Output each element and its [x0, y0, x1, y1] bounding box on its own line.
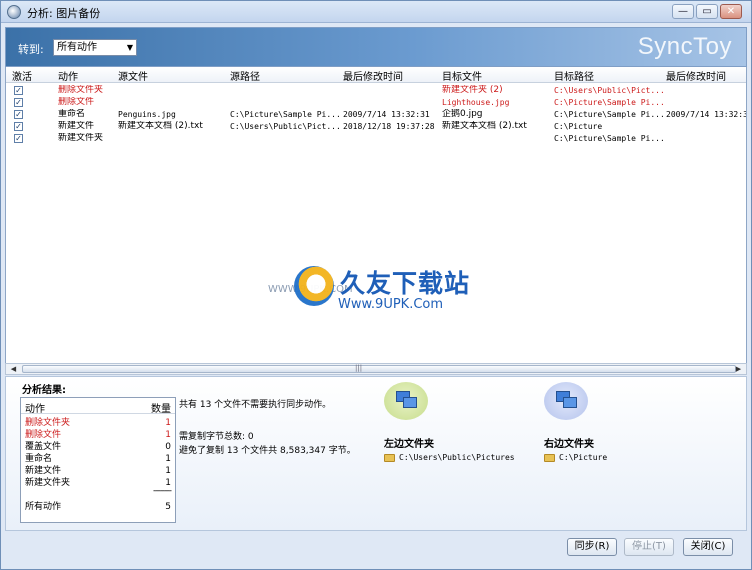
goto-dropdown[interactable]: 所有动作 ▼ — [53, 39, 137, 56]
list-item: 重命名 1 — [25, 454, 171, 464]
goto-label: 转到: — [18, 43, 44, 56]
synctoy-logo: SyncToy — [637, 33, 732, 60]
right-folder-path[interactable]: C:\Picture — [559, 453, 607, 462]
row-target-file: Lighthouse.jpg — [442, 98, 510, 107]
row-target-modified: 2009/7/14 13:32:3 — [666, 110, 747, 119]
summary-header: 动作 数量 — [21, 398, 175, 415]
goto-dropdown-value: 所有动作 — [57, 42, 97, 53]
synctoy-app-icon — [7, 5, 21, 19]
active-checkbox[interactable]: ✓ — [14, 134, 23, 143]
close-window-button[interactable]: ✕ — [720, 4, 742, 19]
left-folder-computer-icon — [384, 382, 428, 420]
scroll-right-icon[interactable]: ▶ — [733, 365, 744, 374]
stop-button[interactable]: 停止(T) — [624, 538, 674, 556]
sync-button[interactable]: 同步(R) — [567, 538, 617, 556]
col-source-path[interactable]: 源路径 — [230, 68, 260, 83]
minimize-button[interactable]: — — [672, 4, 694, 19]
col-source-file[interactable]: 源文件 — [118, 68, 148, 83]
row-source-modified: 2018/12/18 19:37:28 — [343, 122, 435, 131]
col-target-path[interactable]: 目标路径 — [554, 68, 594, 83]
analysis-window: 分析: 图片备份 — ▭ ✕ 转到: 所有动作 ▼ SyncToy 激活 动作 … — [0, 0, 752, 570]
col-target-modified[interactable]: 最后修改时间 — [666, 68, 726, 83]
left-folder-path[interactable]: C:\Users\Public\Pictures — [399, 453, 515, 462]
list-item: 删除文件 1 — [25, 430, 171, 440]
row-target-file: 企鹅0.jpg — [442, 109, 483, 119]
active-checkbox[interactable]: ✓ — [14, 110, 23, 119]
col-action[interactable]: 动作 — [58, 68, 78, 83]
chevron-down-icon: ▼ — [126, 43, 133, 52]
maximize-button[interactable]: ▭ — [696, 4, 718, 19]
results-panel: 分析结果: 动作 数量 删除文件夹 1 删除文件 1 覆盖文件 0 重命名 1 新建文件… — [5, 376, 747, 531]
summary-total: 所有动作 5 — [25, 502, 171, 512]
table-header: 激活 动作 源文件 源路径 最后修改时间 目标文件 目标路径 最后修改时间 — [6, 67, 746, 83]
row-target-path: C:\Picture\Sample Pi... — [554, 110, 664, 119]
active-checkbox[interactable]: ✓ — [14, 86, 23, 95]
watermark-title: 久友下载站 — [340, 269, 471, 298]
footer-bar: 同步(R) 停止(T) 关闭(C) — [5, 531, 747, 567]
col-active[interactable]: 激活 — [12, 68, 32, 83]
folder-icon — [384, 454, 395, 462]
folder-icon — [544, 454, 555, 462]
table-row[interactable]: ✓ 新建文件夹 C:\Picture\Sample Pi... — [6, 133, 746, 145]
col-source-modified[interactable]: 最后修改时间 — [343, 68, 403, 83]
results-summary-list: 动作 数量 删除文件夹 1 删除文件 1 覆盖文件 0 重命名 1 新建文件 1 新建文件… — [20, 397, 176, 523]
list-item: 覆盖文件 0 — [25, 442, 171, 452]
summary-col-action: 动作 — [25, 404, 45, 415]
row-target-file: 新建文件夹 (2) — [442, 85, 503, 95]
grip-icon: ||| — [355, 364, 363, 372]
row-target-file: 新建文本文档 (2).txt — [442, 121, 527, 131]
row-target-path: C:\Users\Public\Pict... — [554, 86, 664, 95]
row-source-file: Penguins.jpg — [118, 110, 176, 119]
action-table: 激活 动作 源文件 源路径 最后修改时间 目标文件 目标路径 最后修改时间 ✓ … — [5, 67, 747, 363]
table-row[interactable]: ✓ 新建文件 新建文本文档 (2).txt C:\Users\Public\Pi… — [6, 121, 746, 133]
row-target-path: C:\Picture\Sample Pi... — [554, 98, 664, 107]
bytes-to-copy-text: 需复制字节总数: 0 — [179, 432, 254, 442]
results-title: 分析结果: — [22, 385, 66, 396]
scroll-left-icon[interactable]: ◀ — [8, 365, 19, 374]
row-source-file: 新建文本文档 (2).txt — [118, 121, 203, 131]
row-source-modified: 2009/7/14 13:32:31 — [343, 110, 430, 119]
header-banner: 转到: 所有动作 ▼ SyncToy — [5, 27, 747, 67]
row-action: 重命名 — [58, 109, 86, 119]
watermark-url: Www.9UPK.Com — [338, 297, 444, 312]
table-row[interactable]: ✓ 删除文件夹 新建文件夹 (2) C:\Users\Public\Pict..… — [6, 85, 746, 97]
close-button[interactable]: 关闭(C) — [683, 538, 733, 556]
row-action: 删除文件夹 — [58, 85, 104, 95]
scrollbar-thumb[interactable]: ||| — [22, 364, 736, 373]
list-item: 新建文件夹 1 — [25, 478, 171, 488]
summary-separator: -------- — [153, 486, 172, 496]
active-checkbox[interactable]: ✓ — [14, 98, 23, 107]
list-item: 删除文件夹 1 — [25, 418, 171, 428]
row-target-path: C:\Picture — [554, 122, 603, 131]
row-source-path: C:\Users\Public\Pict... — [230, 122, 340, 131]
title-bar: 分析: 图片备份 — ▭ ✕ — [1, 1, 751, 23]
table-row[interactable]: ✓ 删除文件 Lighthouse.jpg C:\Picture\Sample … — [6, 97, 746, 109]
window-title: 分析: 图片备份 — [27, 7, 101, 20]
col-target-file[interactable]: 目标文件 — [442, 68, 482, 83]
list-item: 新建文件 1 — [25, 466, 171, 476]
row-target-path: C:\Picture\Sample Pi... — [554, 134, 664, 143]
right-folder-title: 右边文件夹 — [544, 439, 594, 450]
row-action: 新建文件 — [58, 121, 95, 131]
watermark-logo-icon — [294, 266, 334, 306]
summary-col-count: 数量 — [151, 404, 171, 415]
bytes-avoided-text: 避免了复制 13 个文件共 8,583,347 字节。 — [179, 446, 356, 456]
active-checkbox[interactable]: ✓ — [14, 122, 23, 131]
right-folder-computer-icon — [544, 382, 588, 420]
row-action: 删除文件 — [58, 97, 95, 107]
row-action: 新建文件夹 — [58, 133, 104, 143]
row-source-path: C:\Picture\Sample Pi... — [230, 110, 340, 119]
left-folder-title: 左边文件夹 — [384, 439, 434, 450]
unchanged-files-text: 共有 13 个文件不需要执行同步动作。 — [179, 400, 332, 410]
horizontal-scrollbar[interactable]: ◀ ||| ▶ — [5, 363, 747, 375]
watermark: WWW.9UPK.COM 久友下载站 Www.9UPK.Com — [268, 264, 498, 324]
table-row[interactable]: ✓ 重命名 Penguins.jpg C:\Picture\Sample Pi.… — [6, 109, 747, 121]
